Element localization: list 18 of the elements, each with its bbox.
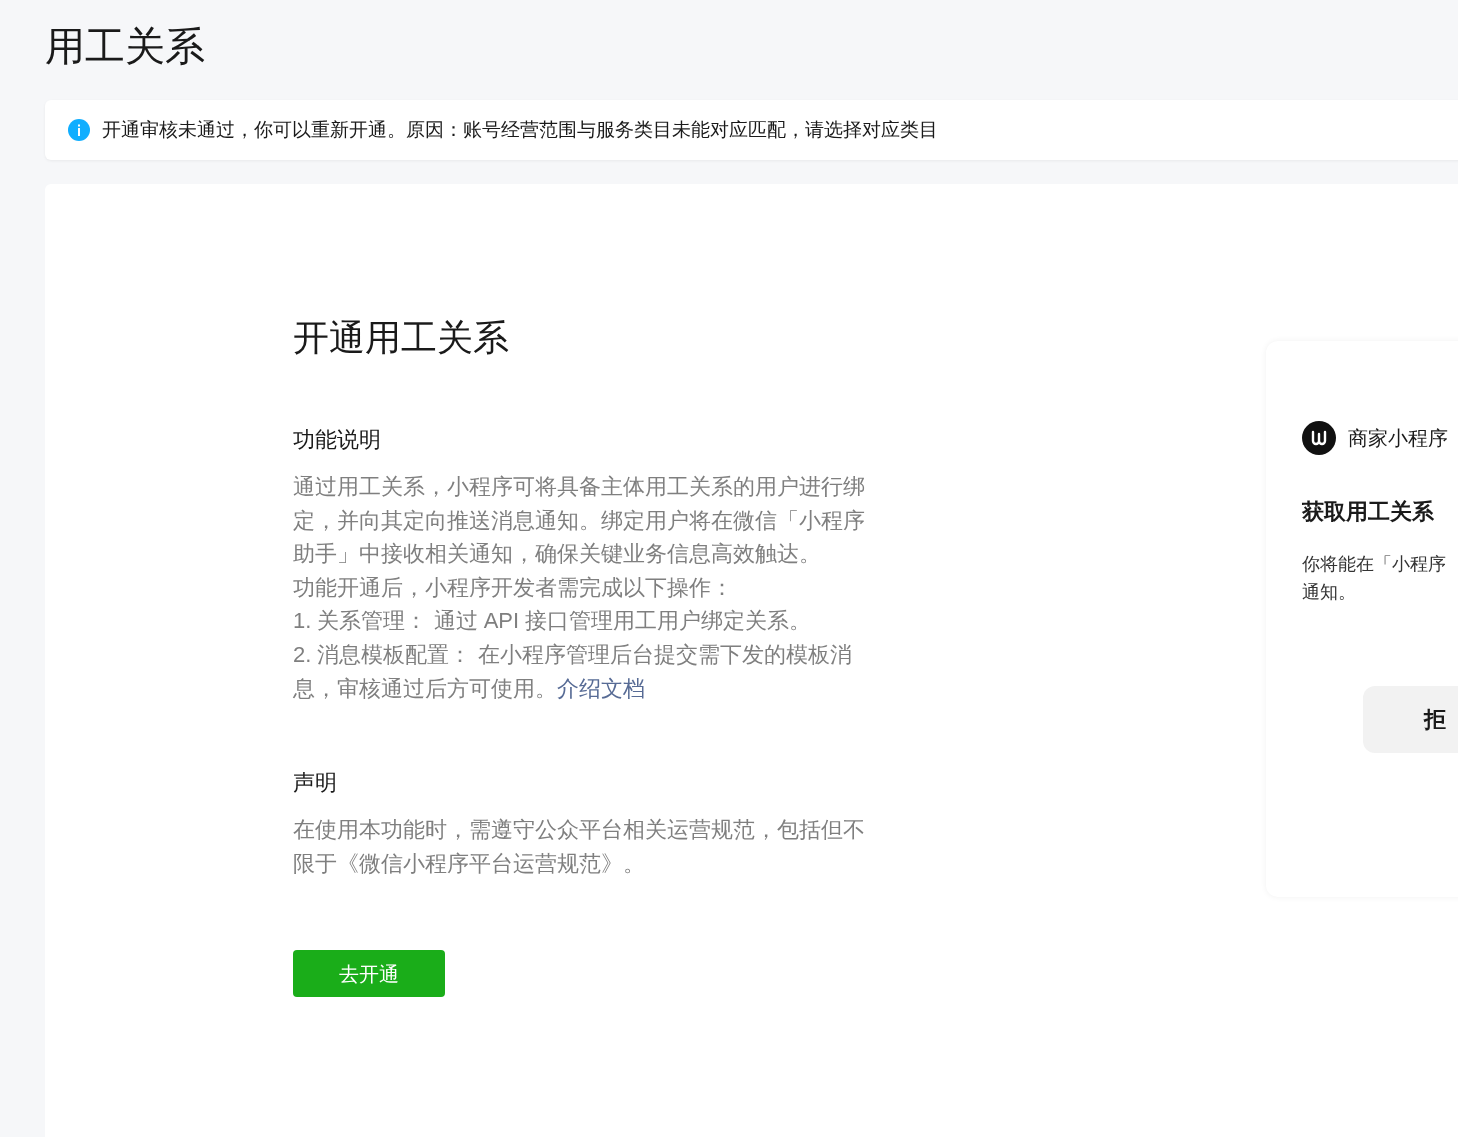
description-text: 通过用工关系，小程序可将具备主体用工关系的用户进行绑定，并向其定向推送消息通知。绑定用户将在微信「小程序助手」中接收相关通知，确保关键业务信息高效触达。 — [293, 473, 866, 569]
description-text: 功能开通后，小程序开发者需完成以下操作： — [293, 573, 734, 602]
description-text: 1. 关系管理： 通过 API 接口管理用工用户绑定关系。 — [293, 607, 813, 636]
description-text: 2. 消息模板配置： 在小程序管理后台提交需下发的模板消息，审核通过后方可使用。介绍文档 — [293, 640, 853, 703]
preview-description: 你将能在「小程序 通知。 — [1302, 553, 1447, 604]
page-title: 用工关系 — [45, 23, 205, 70]
preview-heading: 获取用工关系 — [1302, 498, 1435, 526]
notice-text: 开通审核未通过，你可以重新开通。原因：账号经营范围与服务类目未能对应匹配，请选择对应类目 — [102, 117, 938, 142]
section-title: 开通用工关系 — [293, 316, 510, 360]
app-name: 商家小程序 — [1348, 426, 1448, 451]
reject-button[interactable]: 拒 — [1363, 686, 1458, 753]
section-heading: 功能说明 — [293, 426, 382, 454]
logo-icon — [1302, 421, 1336, 455]
activate-button[interactable]: 去开通 — [293, 950, 445, 998]
doc-link[interactable]: 介绍文档 — [557, 675, 645, 701]
description-text: 在使用本功能时，需遵守公众平台相关运营规范，包括但不限于《微信小程序平台运营规范》。 — [293, 816, 866, 878]
section-heading: 声明 — [293, 769, 338, 798]
info-icon — [68, 119, 90, 141]
